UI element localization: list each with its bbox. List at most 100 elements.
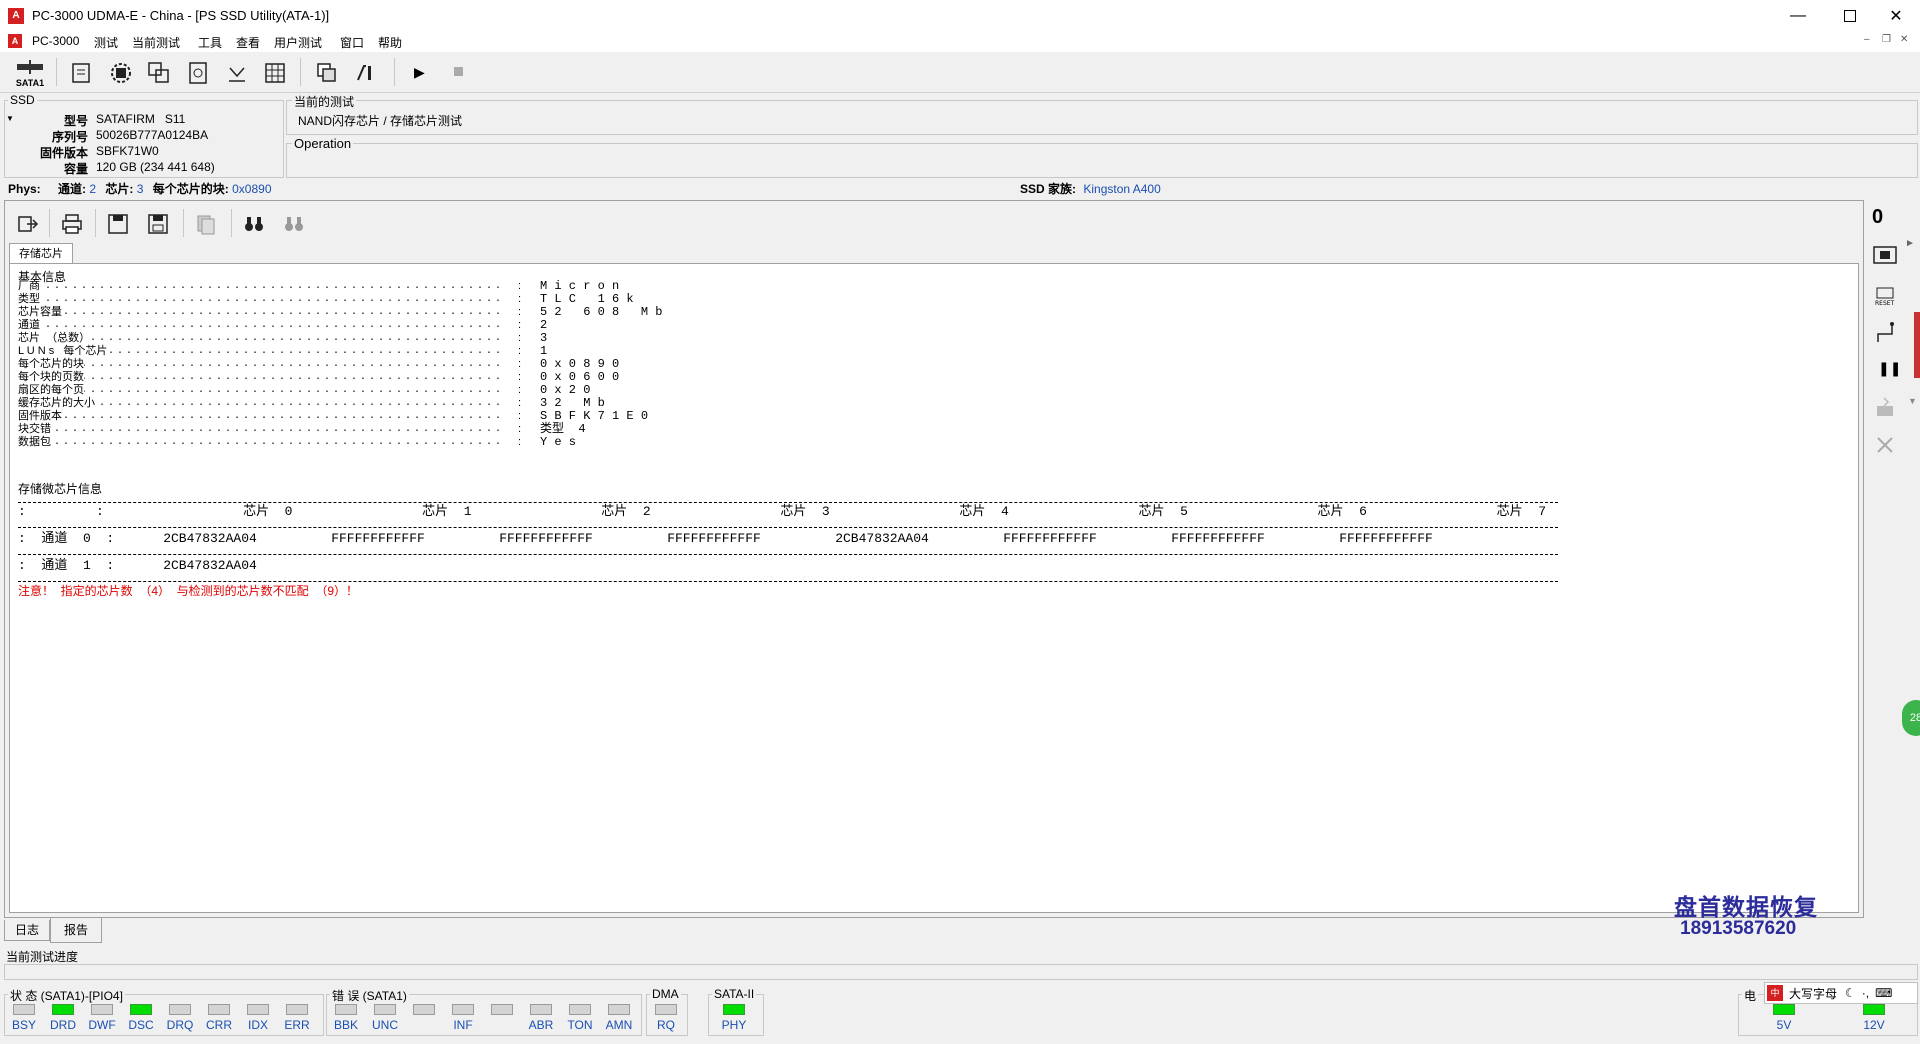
copy-icon[interactable] bbox=[195, 213, 217, 235]
info-separator: : bbox=[518, 371, 522, 383]
led-label: AMN bbox=[605, 1018, 633, 1032]
stop-icon[interactable] bbox=[454, 67, 463, 76]
info-key: 扇区的每个页 bbox=[18, 384, 84, 396]
toolbar-separator bbox=[49, 209, 50, 237]
svg-text:RESET: RESET bbox=[1875, 300, 1895, 306]
chip-stack-icon[interactable] bbox=[186, 60, 210, 86]
scroll-right-icon[interactable]: ► bbox=[1905, 238, 1915, 249]
tool-split-icon[interactable] bbox=[354, 62, 376, 84]
error-group-label: 错 误 (SATA1) bbox=[330, 987, 409, 1004]
sata-connector-icon bbox=[17, 60, 43, 74]
maximize-icon[interactable] bbox=[1830, 4, 1870, 28]
save-as-icon[interactable] bbox=[147, 213, 169, 235]
led-label: 12V bbox=[1863, 1018, 1885, 1032]
title-bar: A PC-3000 UDMA-E - China - [PS SSD Utili… bbox=[0, 0, 1920, 33]
tools-icon[interactable] bbox=[1874, 434, 1896, 456]
toolbar-separator bbox=[300, 58, 301, 86]
dot-leader: ........................................… bbox=[18, 359, 502, 370]
led-label: RQ bbox=[657, 1018, 675, 1032]
drive-info-icon[interactable] bbox=[70, 62, 92, 84]
connector-icon[interactable] bbox=[1874, 320, 1896, 346]
led-indicator bbox=[569, 1004, 591, 1015]
ime-keyboard-icon[interactable]: ⌨ bbox=[1875, 986, 1892, 1000]
find-icon[interactable] bbox=[243, 213, 265, 235]
table-cell bbox=[798, 557, 966, 575]
table-cell bbox=[294, 557, 462, 575]
mdi-restore-icon[interactable]: ❐ bbox=[1882, 34, 1891, 45]
windows-icon[interactable] bbox=[316, 62, 338, 84]
reset-icon[interactable]: RESET bbox=[1874, 280, 1896, 306]
menu-item-current-test[interactable]: 当前测试 bbox=[132, 34, 180, 51]
led-label: UNC bbox=[372, 1018, 398, 1032]
minimize-icon[interactable]: — bbox=[1778, 4, 1818, 28]
play-icon[interactable]: ▶ bbox=[414, 64, 425, 81]
report-content: 基本信息 ...................................… bbox=[9, 263, 1859, 913]
board-icon[interactable] bbox=[1872, 244, 1898, 266]
scroll-down-icon[interactable]: ▼ bbox=[1908, 396, 1917, 406]
power-off-icon[interactable]: 0 bbox=[1872, 206, 1883, 229]
info-key: L U N s 每个芯片 bbox=[18, 345, 108, 357]
led-indicator bbox=[130, 1004, 152, 1015]
sata-label: SATA1 bbox=[15, 78, 45, 88]
led-indicator bbox=[374, 1004, 396, 1015]
led-label: TON bbox=[567, 1018, 593, 1032]
menu-item-view[interactable]: 查看 bbox=[236, 34, 260, 51]
chip-copy-icon[interactable] bbox=[146, 60, 172, 86]
led-indicator bbox=[169, 1004, 191, 1015]
tab-report[interactable]: 报告 bbox=[50, 918, 102, 943]
ssd-family-label: SSD 家族: bbox=[1020, 182, 1077, 196]
info-separator: : bbox=[518, 293, 522, 305]
menu-item-window[interactable]: 窗口 bbox=[340, 34, 364, 51]
menu-item-user-test[interactable]: 用户测试 bbox=[274, 34, 322, 51]
table-cell bbox=[966, 557, 1134, 575]
menu-bar: A PC-3000 测试 当前测试 工具 查看 用户测试 窗口 帮助 – ❐ ✕ bbox=[0, 32, 1920, 52]
table-cell: : : bbox=[18, 504, 104, 519]
dot-leader: ........................................… bbox=[18, 372, 502, 383]
export-icon[interactable] bbox=[17, 213, 39, 235]
list-item: ........................................… bbox=[18, 319, 718, 332]
dot-leader: ........................................… bbox=[18, 437, 502, 448]
grid-icon[interactable] bbox=[264, 62, 286, 84]
close-icon[interactable]: ✕ bbox=[1876, 4, 1916, 28]
ssd-serial-value: 50026B777A0124BA bbox=[96, 128, 209, 142]
table-cell: FFFFFFFFFFFF bbox=[1003, 531, 1097, 546]
info-key: 缓存芯片的大小 bbox=[18, 397, 95, 409]
scale-icon[interactable] bbox=[226, 62, 248, 84]
menu-item-tools[interactable]: 工具 bbox=[198, 34, 222, 51]
led-indicator bbox=[655, 1004, 677, 1015]
pause-icon[interactable]: ❚❚ bbox=[1878, 360, 1901, 377]
tab-log[interactable]: 日志 bbox=[4, 920, 50, 941]
table-cell: 2CB47832AA04 bbox=[163, 558, 257, 573]
info-key: 块交错 bbox=[18, 423, 51, 435]
menu-item-test[interactable]: 测试 bbox=[94, 34, 118, 51]
mdi-minimize-icon[interactable]: – bbox=[1864, 34, 1870, 45]
ime-logo-icon[interactable]: 中 bbox=[1767, 985, 1783, 1001]
ime-caps-label[interactable]: 大写字母 bbox=[1789, 985, 1837, 1002]
print-icon[interactable] bbox=[61, 213, 83, 235]
sata-group-label: SATA-II bbox=[712, 987, 757, 1001]
ssd-model-value: SATAFIRM S11 bbox=[96, 112, 186, 126]
info-separator: : bbox=[518, 332, 522, 344]
menu-item-help[interactable]: 帮助 bbox=[378, 34, 402, 51]
toolbar-separator bbox=[56, 58, 57, 86]
info-separator: : bbox=[518, 345, 522, 357]
chip-gear-icon[interactable] bbox=[108, 60, 134, 86]
save-icon[interactable] bbox=[107, 213, 129, 235]
table-cell: 2CB47832AA04 bbox=[835, 531, 929, 546]
ime-punct-icon[interactable]: ·, bbox=[1862, 986, 1869, 1000]
info-key: 每个块的页数 bbox=[18, 371, 84, 383]
chips-label: 芯片: bbox=[105, 182, 134, 196]
find-next-icon[interactable] bbox=[283, 213, 305, 235]
table-cell: FFFFFFFFFFFF bbox=[331, 531, 425, 546]
info-key: 通道 bbox=[18, 319, 40, 331]
info-separator: : bbox=[518, 358, 522, 370]
chip-disabled-icon[interactable] bbox=[1874, 396, 1896, 422]
ime-moon-icon[interactable]: ☾ bbox=[1845, 986, 1856, 1000]
sata-port-button[interactable]: SATA1 bbox=[12, 58, 48, 90]
menu-item-pc3000[interactable]: PC-3000 bbox=[32, 34, 79, 48]
mdi-close-icon[interactable]: ✕ bbox=[1900, 34, 1908, 45]
info-separator: : bbox=[518, 423, 522, 435]
led-indicator bbox=[52, 1004, 74, 1015]
chip-header: 芯片 5 bbox=[1138, 504, 1188, 519]
tab-storage-chip[interactable]: 存储芯片 bbox=[9, 243, 73, 264]
